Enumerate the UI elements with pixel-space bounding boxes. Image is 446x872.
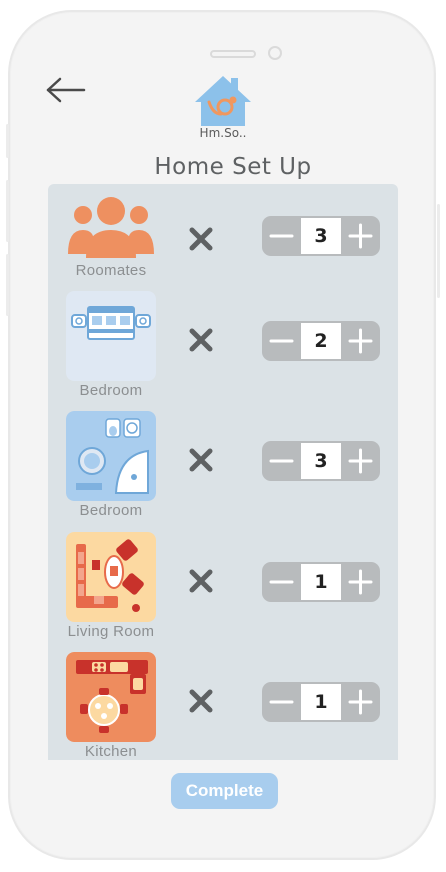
multiply-icon: [189, 328, 213, 352]
bedroom-2-stepper: 3: [262, 441, 380, 481]
count-value[interactable]: 1: [301, 684, 341, 720]
logo-text: Hm.So..: [199, 126, 247, 140]
bedroom-stepper: 2: [262, 321, 380, 361]
side-button: [6, 124, 9, 158]
back-arrow-icon[interactable]: [44, 76, 88, 104]
complete-button[interactable]: Complete: [171, 773, 278, 809]
room-row-bedroom: Bedroom 2: [48, 291, 398, 401]
room-row-living-room: Living Room 1: [48, 532, 398, 642]
increment-button[interactable]: [341, 441, 380, 481]
room-label: Living Room: [67, 623, 155, 640]
room-row-roomates: Roomates 3: [48, 196, 398, 306]
count-value[interactable]: 1: [301, 564, 341, 600]
front-camera: [268, 46, 282, 60]
roomates-stepper: 3: [262, 216, 380, 256]
speaker-grille: [210, 50, 256, 58]
count-value[interactable]: 3: [301, 443, 341, 479]
decrement-button[interactable]: [262, 216, 301, 256]
side-button: [6, 180, 9, 242]
multiply-icon: [189, 448, 213, 472]
bedroom-floorplan-icon: [66, 291, 156, 381]
room-row-bedroom-2: Bedroom 3: [48, 411, 398, 521]
decrement-button[interactable]: [262, 441, 301, 481]
count-value[interactable]: 3: [301, 218, 341, 254]
side-button: [6, 254, 9, 316]
room-row-kitchen: Kitchen 1: [48, 652, 398, 760]
decrement-button[interactable]: [262, 682, 301, 722]
multiply-icon: [189, 569, 213, 593]
multiply-icon: [189, 689, 213, 713]
kitchen-floorplan-icon: [66, 652, 156, 742]
bathroom-floorplan-icon: [66, 411, 156, 501]
room-label: Kitchen: [84, 743, 138, 760]
rooms-panel: Roomates 3 Bedroom 2 Bedroom 3 Living Ro…: [48, 184, 398, 760]
people-icon: [68, 197, 154, 258]
room-label: Bedroom: [79, 382, 143, 399]
room-label: Bedroom: [79, 502, 143, 519]
side-button: [437, 204, 440, 298]
home-logo-icon: [195, 76, 251, 126]
count-value[interactable]: 2: [301, 323, 341, 359]
increment-button[interactable]: [341, 562, 380, 602]
increment-button[interactable]: [341, 321, 380, 361]
decrement-button[interactable]: [262, 321, 301, 361]
decrement-button[interactable]: [262, 562, 301, 602]
multiply-icon: [189, 227, 213, 251]
page-title: Home Set Up: [154, 154, 312, 180]
living-room-floorplan-icon: [66, 532, 156, 622]
room-label: Roomates: [75, 262, 147, 279]
living-room-stepper: 1: [262, 562, 380, 602]
increment-button[interactable]: [341, 682, 380, 722]
kitchen-stepper: 1: [262, 682, 380, 722]
increment-button[interactable]: [341, 216, 380, 256]
